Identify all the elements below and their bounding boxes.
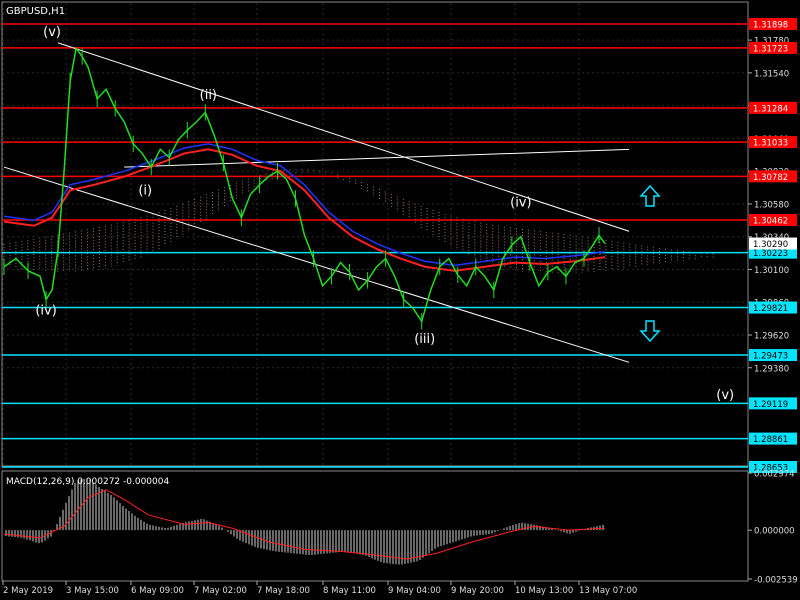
time-tick-label: 3 May 15:00 [66,586,119,596]
wave-label: (iii) [414,332,435,347]
wave-label: (i) [138,183,152,198]
level-tag-label: 1.30223 [753,249,788,259]
macd-tick-label: -0.002539 [754,576,798,586]
price-tick-label: 1.29380 [754,364,789,374]
current-price-label: 1.30290 [753,240,788,250]
level-tag-label: 1.29119 [753,400,788,410]
time-tick-label: 7 May 02:00 [194,586,247,596]
wave-label: (v) [43,25,61,40]
level-tag-label: 1.31898 [753,21,788,31]
macd-axis: 0.002974 0.000000 -0.002539 [748,470,798,586]
time-axis: 2 May 2019 3 May 15:00 6 May 09:00 7 May 02… [2,581,637,596]
time-tick-label: 10 May 13:00 [515,586,573,596]
time-tick-label: 13 May 07:00 [579,586,637,596]
price-tick-label: 1.30580 [754,200,789,210]
chart-canvas: (v) (i) (ii) (iii) (iv) (iv) (v) 1.317801.3154… [1,1,798,596]
time-tick-label: 7 May 18:00 [257,586,310,596]
time-tick-label: 2 May 2019 [3,586,53,596]
time-tick-label: 9 May 04:00 [388,586,441,596]
macd-title: MACD(12,26,9) 0.000272 -0.000004 [6,477,169,487]
price-tick-label: 1.31540 [754,69,789,79]
wave-label: (iv) [35,304,56,319]
time-tick-label: 8 May 11:00 [323,586,376,596]
chart-title: GBPUSD,H1 [6,6,65,17]
level-tag-label: 1.30462 [753,217,788,227]
level-tag-label: 1.31284 [753,104,788,114]
wave-label: (v) [716,388,734,403]
wave-label: (ii) [200,88,217,103]
level-tag-label: 1.31033 [753,139,788,149]
main-chart-frame [1,1,749,467]
wave-label: (iv) [510,196,531,211]
level-tag-label: 1.30782 [753,173,788,183]
level-tag-label: 1.29821 [753,304,788,314]
level-tag-label: 1.31723 [753,44,788,54]
level-price-tags: 1.31898 1.31723 1.31284 1.31033 1.30782 1.304… [749,18,797,474]
time-tick-label: 9 May 20:00 [451,586,504,596]
macd-tick-label: 0.002974 [754,470,795,480]
price-axis: 1.317801.315401.313001.310601.308201.305… [748,37,789,374]
macd-tick-label: 0.000000 [754,527,795,537]
level-tag-label: 1.29473 [753,352,788,362]
price-tick-label: 1.30100 [754,266,789,276]
time-tick-label: 6 May 09:00 [131,586,184,596]
price-tick-label: 1.29620 [754,331,789,341]
level-tag-label: 1.28861 [753,435,788,445]
